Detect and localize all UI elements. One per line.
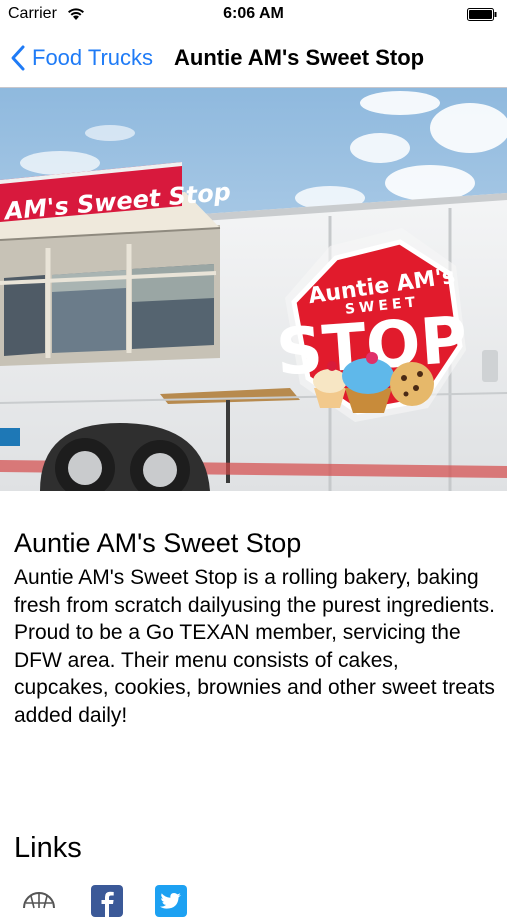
- status-bar: Carrier 6:06 AM: [0, 0, 507, 30]
- links-row: [22, 884, 502, 917]
- facebook-icon[interactable]: [90, 884, 124, 918]
- chevron-left-icon: [11, 45, 25, 71]
- food-truck-illustration: AM's Sweet Stop Auntie AM's SWEET STOP: [0, 88, 507, 491]
- status-time: 6:06 AM: [223, 5, 284, 22]
- links-heading: Links: [14, 832, 82, 864]
- website-icon[interactable]: [22, 884, 56, 918]
- twitter-icon[interactable]: [154, 884, 188, 918]
- back-button-label: Food Trucks: [32, 45, 154, 70]
- food-truck-photo: AM's Sweet Stop Auntie AM's SWEET STOP: [0, 88, 507, 491]
- back-button[interactable]: Food Trucks: [10, 42, 153, 74]
- truck-title: Auntie AM's Sweet Stop: [14, 528, 302, 558]
- truck-description: Auntie AM's Sweet Stop is a rolling bake…: [14, 566, 495, 727]
- page-title: Auntie AM's Sweet Stop: [174, 45, 425, 70]
- navigation-bar: Food Trucks Auntie AM's Sweet Stop: [0, 30, 507, 88]
- battery-icon: [467, 8, 497, 21]
